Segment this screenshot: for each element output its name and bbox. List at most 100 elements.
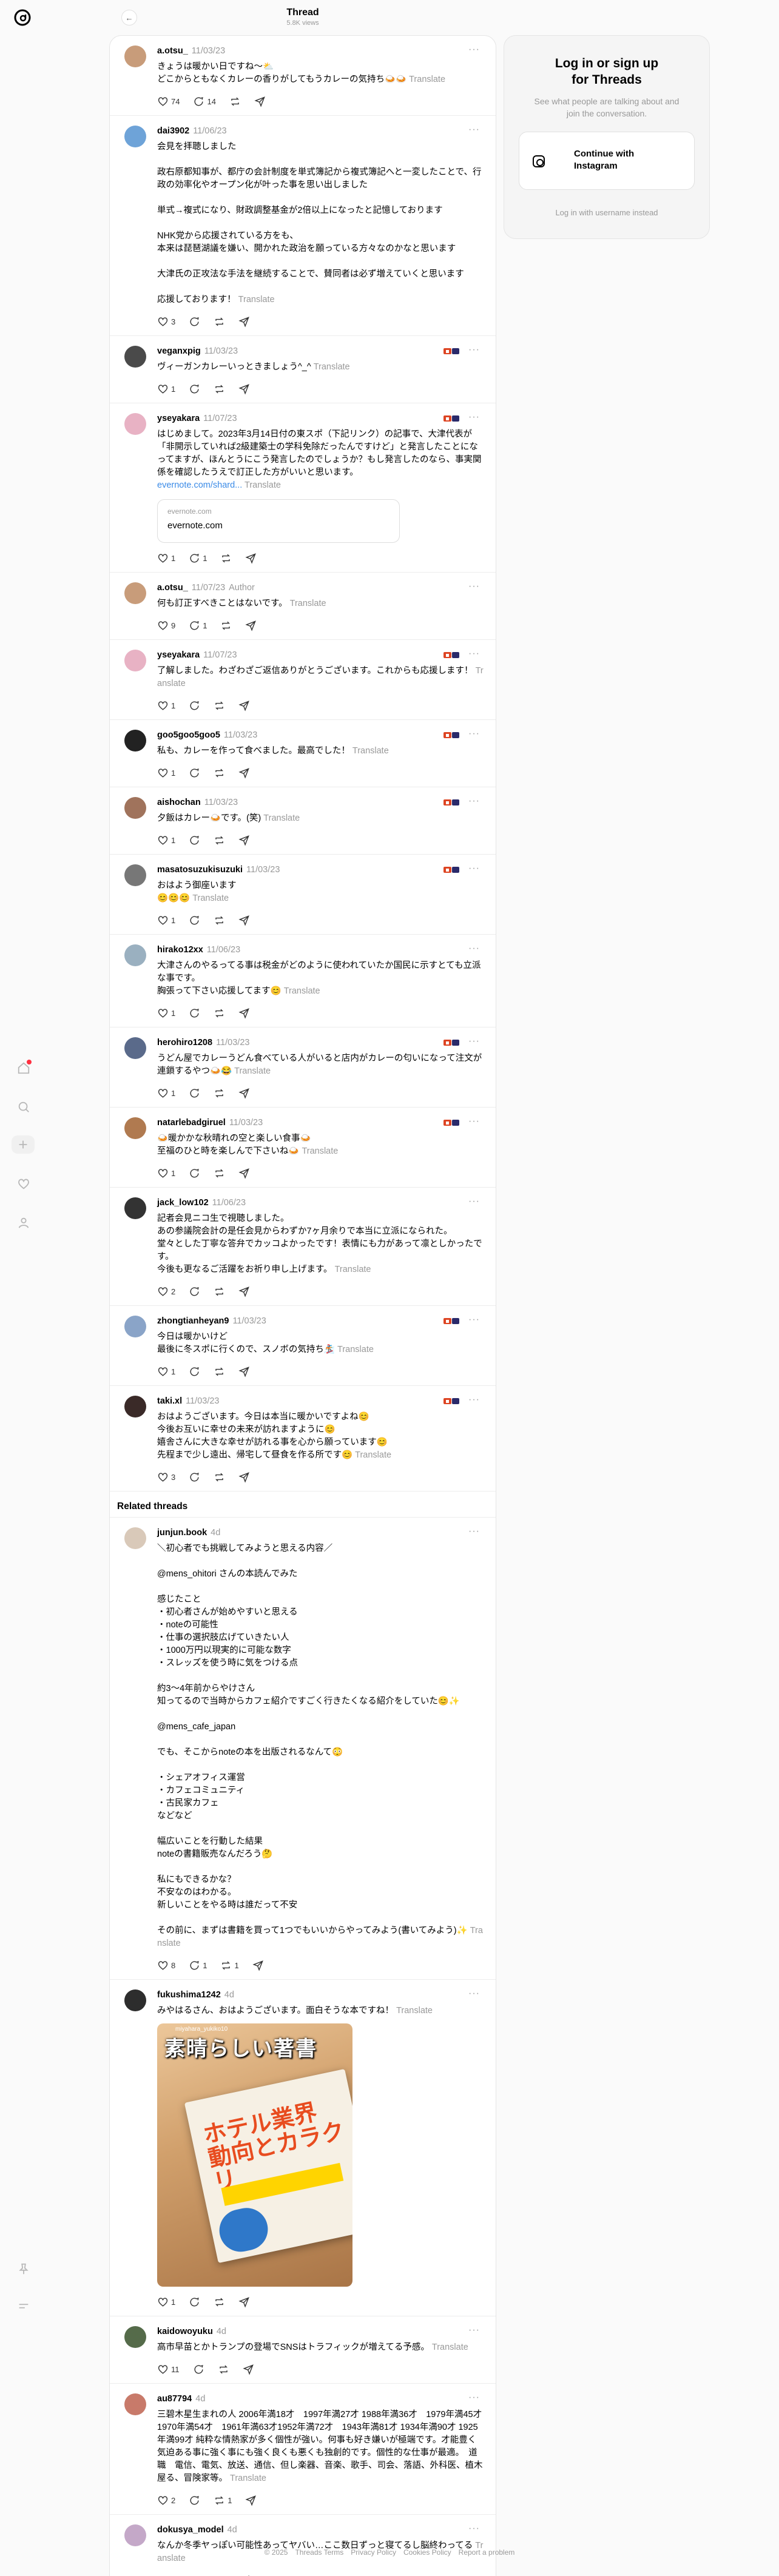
share-button[interactable] bbox=[252, 1960, 264, 1971]
avatar[interactable] bbox=[124, 1037, 146, 1059]
repost-button[interactable]: 1 bbox=[220, 1960, 239, 1971]
like-button[interactable]: 8 bbox=[157, 1960, 175, 1971]
reply-button[interactable] bbox=[189, 383, 200, 395]
like-button[interactable]: 3 bbox=[157, 316, 175, 328]
profile-icon[interactable] bbox=[15, 1214, 33, 1232]
repost-button[interactable] bbox=[214, 767, 225, 779]
like-button[interactable]: 1 bbox=[157, 1168, 175, 1179]
translate-link[interactable]: Translate bbox=[396, 2006, 433, 2016]
share-button[interactable] bbox=[238, 1366, 250, 1377]
plus-icon[interactable] bbox=[12, 1135, 35, 1154]
username-link[interactable]: goo5goo5goo5 bbox=[157, 730, 220, 740]
footer-link[interactable]: Report a problem bbox=[459, 2548, 515, 2557]
like-button[interactable]: 1 bbox=[157, 835, 175, 846]
translate-link[interactable]: Translate bbox=[230, 2473, 266, 2483]
share-button[interactable] bbox=[238, 1471, 250, 1483]
translate-link[interactable]: Translate bbox=[352, 746, 389, 756]
like-button[interactable]: 9 bbox=[157, 620, 175, 631]
like-button[interactable]: 1 bbox=[157, 383, 175, 395]
pin-icon[interactable] bbox=[15, 2260, 33, 2278]
menu-icon[interactable] bbox=[15, 2297, 33, 2315]
avatar[interactable] bbox=[124, 126, 146, 147]
username-link[interactable]: veganxpig bbox=[157, 346, 201, 356]
avatar[interactable] bbox=[124, 582, 146, 604]
more-options-icon[interactable]: ··· bbox=[468, 1196, 480, 1207]
username-link[interactable]: kaidowoyuku bbox=[157, 2327, 213, 2336]
reply-button[interactable] bbox=[189, 1471, 200, 1483]
more-options-icon[interactable]: ··· bbox=[468, 2523, 480, 2534]
threads-logo-icon[interactable] bbox=[12, 7, 33, 28]
more-options-icon[interactable]: ··· bbox=[468, 412, 480, 423]
avatar[interactable] bbox=[124, 2524, 146, 2546]
translate-link[interactable]: Translate bbox=[284, 986, 320, 996]
translate-link[interactable]: Translate bbox=[355, 1450, 391, 1460]
more-options-icon[interactable]: ··· bbox=[468, 943, 480, 954]
share-button[interactable] bbox=[238, 316, 250, 328]
avatar[interactable] bbox=[124, 650, 146, 671]
avatar[interactable] bbox=[124, 1197, 146, 1219]
repost-button[interactable] bbox=[220, 553, 232, 564]
reply-button[interactable] bbox=[189, 1088, 200, 1099]
repost-button[interactable] bbox=[220, 620, 232, 631]
share-button[interactable] bbox=[254, 96, 266, 107]
avatar[interactable] bbox=[124, 413, 146, 435]
translate-link[interactable]: Translate bbox=[302, 1146, 338, 1156]
share-button[interactable] bbox=[238, 383, 250, 395]
username-link[interactable]: junjun.book bbox=[157, 1528, 207, 1538]
more-options-icon[interactable]: ··· bbox=[468, 1116, 480, 1127]
reply-button[interactable] bbox=[189, 767, 200, 779]
reply-button[interactable] bbox=[189, 316, 200, 328]
reply-button[interactable] bbox=[189, 1007, 200, 1019]
more-options-icon[interactable]: ··· bbox=[468, 1314, 480, 1325]
translate-link[interactable]: Translate bbox=[337, 1345, 374, 1354]
share-button[interactable] bbox=[238, 915, 250, 926]
avatar[interactable] bbox=[124, 346, 146, 368]
translate-link[interactable]: Translate bbox=[290, 599, 326, 608]
share-button[interactable] bbox=[238, 2296, 250, 2308]
username-login-link[interactable]: Log in with username instead bbox=[504, 208, 709, 217]
more-options-icon[interactable]: ··· bbox=[468, 581, 480, 592]
avatar[interactable] bbox=[124, 1989, 146, 2011]
more-options-icon[interactable]: ··· bbox=[468, 728, 480, 739]
reply-button[interactable]: 14 bbox=[193, 96, 216, 107]
share-button[interactable] bbox=[245, 620, 257, 631]
username-link[interactable]: natarlebadgiruel bbox=[157, 1118, 226, 1128]
share-button[interactable] bbox=[245, 2495, 257, 2506]
username-link[interactable]: herohiro1208 bbox=[157, 1038, 212, 1048]
post-link[interactable]: evernote.com/shard... bbox=[157, 480, 242, 490]
reply-button[interactable] bbox=[189, 1286, 200, 1297]
footer-link[interactable]: Threads Terms bbox=[295, 2548, 343, 2557]
repost-button[interactable] bbox=[214, 1088, 225, 1099]
avatar[interactable] bbox=[124, 730, 146, 752]
avatar[interactable] bbox=[124, 45, 146, 67]
more-options-icon[interactable]: ··· bbox=[468, 863, 480, 874]
more-options-icon[interactable]: ··· bbox=[468, 2325, 480, 2336]
repost-button[interactable] bbox=[214, 700, 225, 711]
avatar[interactable] bbox=[124, 1316, 146, 1337]
username-link[interactable]: dokusya_model bbox=[157, 2525, 224, 2535]
more-options-icon[interactable]: ··· bbox=[468, 1526, 480, 1537]
reply-button[interactable] bbox=[189, 1366, 200, 1377]
translate-link[interactable]: Translate bbox=[263, 813, 300, 823]
avatar[interactable] bbox=[124, 1396, 146, 1417]
reply-button[interactable] bbox=[189, 835, 200, 846]
share-button[interactable] bbox=[238, 700, 250, 711]
more-options-icon[interactable]: ··· bbox=[468, 1036, 480, 1047]
username-link[interactable]: dai3902 bbox=[157, 126, 189, 136]
reply-button[interactable]: 1 bbox=[189, 553, 207, 564]
reply-button[interactable] bbox=[189, 915, 200, 926]
translate-link[interactable]: Translate bbox=[244, 480, 281, 490]
more-options-icon[interactable]: ··· bbox=[468, 2392, 480, 2403]
repost-button[interactable] bbox=[214, 383, 225, 395]
more-options-icon[interactable]: ··· bbox=[468, 345, 480, 355]
avatar[interactable] bbox=[124, 1117, 146, 1139]
repost-button[interactable] bbox=[229, 96, 241, 107]
translate-link[interactable]: Translate bbox=[432, 2342, 468, 2352]
username-link[interactable]: jack_low102 bbox=[157, 1198, 209, 1208]
reply-button[interactable] bbox=[193, 2364, 204, 2375]
repost-button[interactable] bbox=[214, 1007, 225, 1019]
avatar[interactable] bbox=[124, 864, 146, 886]
repost-button[interactable] bbox=[214, 316, 225, 328]
heart-icon[interactable] bbox=[15, 1175, 33, 1193]
reply-button[interactable] bbox=[189, 2495, 200, 2506]
